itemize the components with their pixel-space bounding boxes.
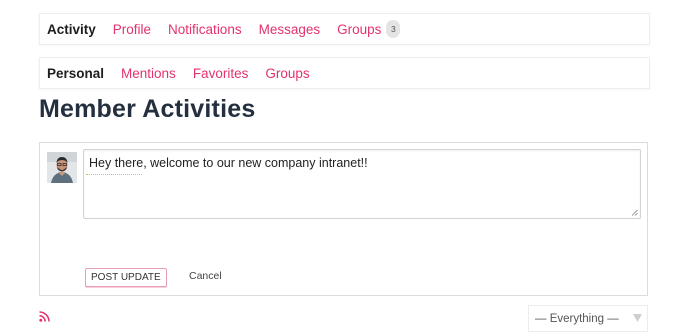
activity-post-form: Hey there, welcome to our new company in… [39, 142, 648, 296]
triangle-down-icon [633, 314, 642, 322]
nav-notifications-label: Notifications [168, 21, 242, 37]
nav-notifications[interactable]: Notifications [168, 22, 242, 37]
nav-profile[interactable]: Profile [113, 22, 151, 37]
nav-messages-label: Messages [258, 21, 321, 37]
groups-count-badge: 3 [386, 20, 401, 38]
nav-activity[interactable]: Activity [47, 22, 96, 37]
activity-textarea-text: Hey there, welcome to our new company in… [89, 156, 368, 170]
subnav-mentions[interactable]: Mentions [121, 66, 176, 81]
resize-handle-icon[interactable] [631, 209, 638, 216]
subnav-personal[interactable]: Personal [47, 66, 104, 81]
subnav-personal-label: Personal [47, 65, 105, 81]
activity-textarea[interactable]: Hey there, welcome to our new company in… [83, 149, 641, 219]
subnav-groups[interactable]: Groups [265, 66, 309, 81]
nav-messages[interactable]: Messages [259, 22, 321, 37]
subnav-favorites-label: Favorites [192, 65, 249, 81]
rss-icon[interactable] [39, 311, 50, 322]
user-avatar [47, 152, 77, 183]
primary-nav: Activity Profile Notifications Messages … [39, 13, 650, 45]
subnav-groups-label: Groups [265, 65, 310, 81]
avatar-image [47, 152, 77, 183]
nav-groups-label: Groups [337, 21, 382, 37]
cancel-button[interactable]: Cancel [189, 270, 222, 282]
post-update-button[interactable]: POST UPDATE [85, 268, 167, 287]
spellcheck-underline [86, 173, 142, 175]
secondary-nav: Personal Mentions Favorites Groups [39, 57, 650, 89]
subnav-mentions-label: Mentions [121, 65, 176, 81]
activity-filter-select[interactable]: — Everything — [528, 305, 648, 332]
nav-groups[interactable]: Groups 3 [337, 20, 401, 38]
subnav-favorites[interactable]: Favorites [193, 66, 249, 81]
filter-selected-value: — Everything — [535, 312, 619, 325]
nav-profile-label: Profile [112, 21, 152, 37]
page-title: Member Activities [39, 95, 256, 123]
nav-activity-label: Activity [47, 21, 96, 37]
